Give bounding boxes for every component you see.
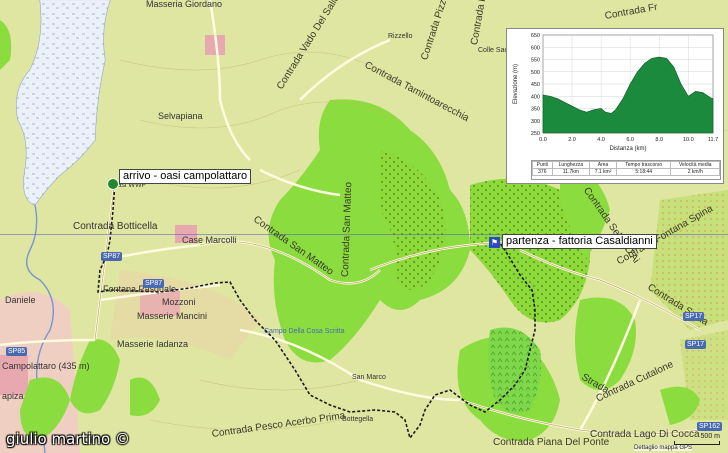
place-label-case-marcolli: Case Marcolli <box>182 235 237 245</box>
road-shield-sp85: SP85 <box>6 347 28 356</box>
road-shield-sp87b: SP87 <box>143 279 165 288</box>
y-axis-label: Elevazione (m) <box>513 64 519 104</box>
x-tick-label: 10.0 <box>683 137 694 143</box>
y-tick-label: 450 <box>531 82 540 88</box>
road-shield-sp87a: SP87 <box>101 252 123 261</box>
map-credit: Dettaglio mappa GPS <box>634 445 693 451</box>
x-tick-label: 6.0 <box>626 137 634 143</box>
x-tick-label: 0.0 <box>539 137 547 143</box>
place-label-daniele: Daniele <box>5 295 36 305</box>
stats-value-row: 376 11.7km 7.1 km² 5:18:44 2 km/h <box>532 168 720 176</box>
y-tick-label: 400 <box>531 94 540 100</box>
hiker-icon[interactable]: ⚑ <box>489 237 500 248</box>
stats-header-row: Punti Lunghezza Area Tempo trascorso Vel… <box>532 161 720 169</box>
stats-header-speed: Velocità media <box>670 161 720 169</box>
place-label-masseria-giordano: Masseria Giordano <box>146 0 223 9</box>
x-tick-label: 8.0 <box>655 137 663 143</box>
scale-label: 500 m <box>700 433 720 440</box>
x-tick-label: 2.0 <box>568 137 576 143</box>
author-watermark: giulio martino © <box>6 430 130 448</box>
place-label-campolattaro: Campolattaro (435 m) <box>2 361 90 371</box>
y-tick-label: 650 <box>531 33 540 39</box>
place-label-bottegella: Bottegella <box>342 416 374 423</box>
place-label-rizzello: Rizzello <box>388 33 413 40</box>
elevation-chart: 2503003504004505005506006500.0 2.0 4.0 6.0 8… <box>513 33 718 152</box>
stats-header-length: Lunghezza <box>551 161 591 169</box>
road-shield-sp17b: SP17 <box>685 340 707 349</box>
y-tick-label: 500 <box>531 70 540 76</box>
place-label-masserie-mancini: Masserie Mancini <box>137 311 208 321</box>
place-label-fontana-pasquale: Fontana Pasquale <box>103 284 177 294</box>
finish-flag-icon[interactable] <box>107 178 119 190</box>
y-tick-label: 300 <box>531 119 540 125</box>
map-view[interactable]: Masseria Giordano Selvapiana Contrada Bo… <box>0 0 728 453</box>
stats-value-time: 5:18:44 <box>615 168 672 176</box>
place-label-san-marco: San Marco <box>352 374 386 381</box>
stats-value-points: 376 <box>532 168 553 176</box>
x-axis-label: Distanza (km) <box>609 146 646 152</box>
x-tick-label: 4.0 <box>597 137 605 143</box>
y-tick-label: 600 <box>531 45 540 51</box>
stats-value-area: 7.1 km² <box>589 168 617 176</box>
x-tick-label: 11.7 <box>708 137 718 143</box>
waypoint-arrivo[interactable]: arrivo - oasi campolattaro <box>119 169 252 184</box>
stats-header-time: Tempo trascorso <box>615 161 672 169</box>
place-label-campo-sportivo: Campo Della Cosa Scritta <box>264 328 345 335</box>
place-label-lapiza: apiza <box>2 391 24 401</box>
stats-value-speed: 2 km/h <box>670 168 720 176</box>
y-tick-label: 550 <box>531 58 540 64</box>
stats-header-points: Punti <box>532 161 553 169</box>
place-label-selvapiana: Selvapiana <box>158 111 203 121</box>
road-shield-sp162: SP162 <box>697 422 723 431</box>
waypoint-partenza[interactable]: partenza - fattoria Casaldianni <box>502 234 657 249</box>
stats-value-length: 11.7km <box>551 168 591 176</box>
y-tick-label: 350 <box>531 107 540 113</box>
place-label-masserie-iadanza: Masserie Iadanza <box>117 339 189 349</box>
stats-header-area: Area <box>589 161 617 169</box>
place-label-contrada-botticella: Contrada Botticella <box>73 221 158 232</box>
road-shield-sp17a: SP17 <box>683 312 705 321</box>
track-stats-table: Punti Lunghezza Area Tempo trascorso Vel… <box>531 160 721 180</box>
place-label-mozzoni: Mozzoni <box>162 297 196 307</box>
